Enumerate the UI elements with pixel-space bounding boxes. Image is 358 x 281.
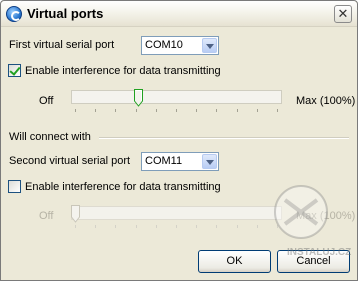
slider-tick bbox=[95, 109, 97, 112]
chevron-down-icon[interactable] bbox=[202, 154, 217, 169]
second-slider-thumb[interactable] bbox=[71, 205, 80, 223]
slider-tick bbox=[196, 109, 198, 112]
second-port-label: Second virtual serial port bbox=[9, 155, 131, 167]
close-icon: ✕ bbox=[337, 6, 349, 21]
slider-tick bbox=[216, 225, 218, 228]
first-interference-slider[interactable] bbox=[71, 90, 282, 104]
chevron-down-icon[interactable] bbox=[202, 38, 217, 53]
close-button[interactable]: ✕ bbox=[334, 5, 352, 23]
first-port-value: COM10 bbox=[145, 39, 183, 51]
slider-tick bbox=[115, 109, 117, 112]
second-interference-slider[interactable] bbox=[71, 206, 282, 220]
second-port-select[interactable]: COM11 bbox=[141, 152, 219, 171]
will-connect-group-label: Will connect with bbox=[9, 131, 91, 143]
first-port-select[interactable]: COM10 bbox=[141, 36, 219, 55]
slider-tick bbox=[75, 109, 76, 112]
slider-tick bbox=[277, 109, 278, 112]
slider-tick bbox=[115, 225, 117, 228]
slider-tick bbox=[75, 225, 76, 228]
slider-tick bbox=[216, 109, 218, 112]
slider-tick bbox=[135, 109, 137, 112]
watermark-text: INSTALUJ.CZ bbox=[287, 247, 352, 258]
group-divider bbox=[99, 137, 349, 139]
second-port-value: COM11 bbox=[145, 155, 183, 167]
slider-tick bbox=[256, 109, 258, 112]
first-interference-label: Enable interference for data transmittin… bbox=[25, 65, 221, 77]
slider-tick bbox=[155, 225, 157, 228]
first-port-label: First virtual serial port bbox=[9, 39, 115, 51]
slider-tick bbox=[236, 109, 238, 112]
ok-button[interactable]: OK bbox=[198, 250, 271, 273]
first-slider-max-label: Max (100%) bbox=[296, 95, 356, 107]
first-slider-thumb[interactable] bbox=[133, 89, 143, 107]
slider-tick bbox=[176, 109, 177, 112]
slider-tick bbox=[155, 109, 157, 112]
slider-tick bbox=[256, 225, 258, 228]
virtual-ports-dialog: Virtual ports ✕ First virtual serial por… bbox=[0, 0, 358, 281]
first-interference-checkbox[interactable] bbox=[8, 64, 21, 77]
second-slider-min-label: Off bbox=[39, 210, 54, 222]
slider-tick bbox=[135, 225, 137, 228]
app-icon bbox=[6, 6, 22, 22]
title-bar[interactable]: Virtual ports ✕ bbox=[1, 1, 357, 27]
second-interference-label: Enable interference for data transmittin… bbox=[25, 181, 221, 193]
watermark-logo-icon bbox=[273, 184, 329, 240]
dialog-title: Virtual ports bbox=[27, 6, 104, 21]
slider-tick bbox=[196, 225, 198, 228]
second-interference-checkbox[interactable] bbox=[8, 180, 21, 193]
slider-tick bbox=[176, 225, 177, 228]
first-slider-min-label: Off bbox=[39, 95, 54, 107]
slider-tick bbox=[236, 225, 238, 228]
slider-tick bbox=[95, 225, 97, 228]
